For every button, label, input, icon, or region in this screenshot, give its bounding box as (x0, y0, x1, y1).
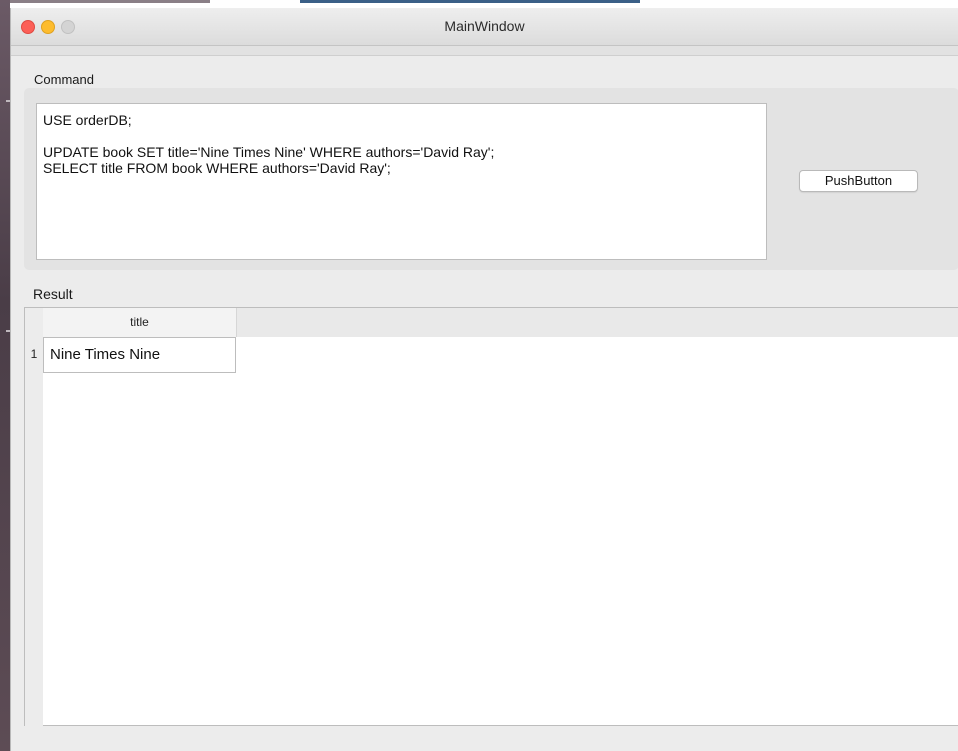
result-label: Result (33, 286, 73, 302)
push-button[interactable]: PushButton (799, 170, 918, 192)
desktop-background-edge (0, 0, 10, 751)
row-header[interactable]: 1 (25, 337, 43, 372)
row-header-strip (25, 337, 43, 726)
window-title: MainWindow (444, 18, 525, 34)
column-header-title[interactable]: title (43, 308, 237, 337)
main-window: MainWindow Command USE orderDB; UPDATE b… (10, 8, 958, 751)
title-bar[interactable]: MainWindow (11, 8, 958, 46)
table-corner-button[interactable] (25, 308, 43, 337)
command-text-edit[interactable]: USE orderDB; UPDATE book SET title='Nine… (36, 103, 767, 260)
desktop-top-bar (10, 0, 210, 3)
desktop-top-bar-accent (300, 0, 640, 3)
toolbar-strip (11, 46, 958, 56)
table-cell[interactable]: Nine Times Nine (43, 337, 236, 373)
result-table[interactable]: title 1 Nine Times Nine (24, 307, 958, 726)
command-label: Command (34, 72, 94, 87)
